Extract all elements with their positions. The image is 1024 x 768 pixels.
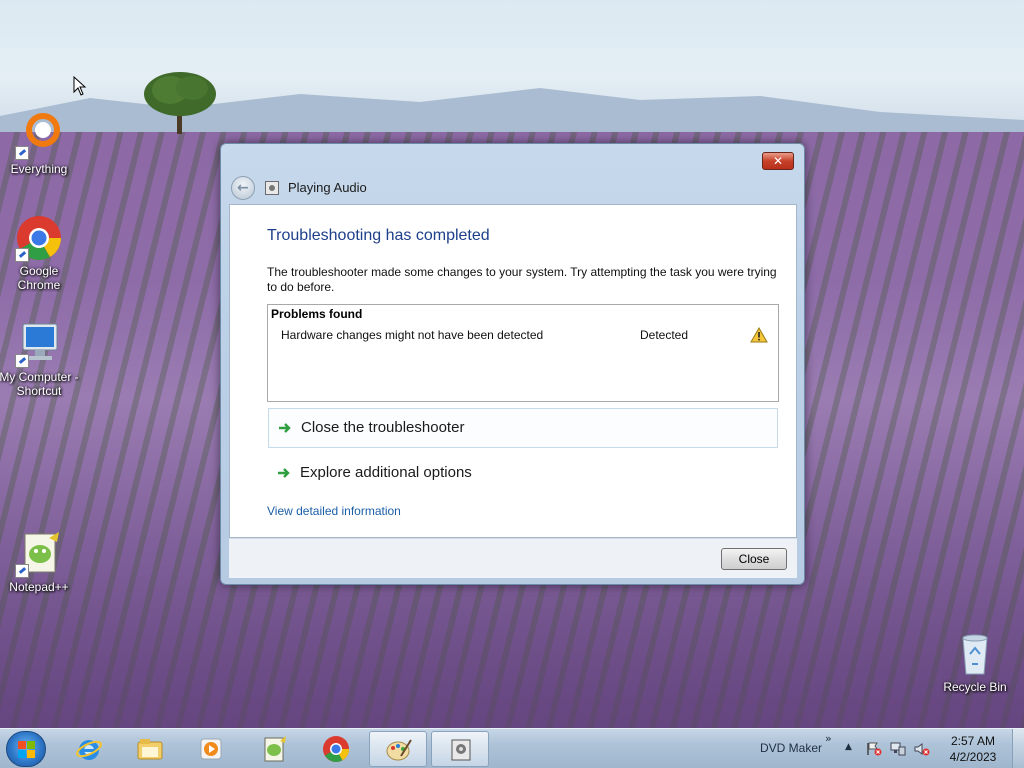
recycle-bin-icon <box>951 630 999 678</box>
nav-bar: ← Playing Audio <box>229 174 789 202</box>
description-text: The troubleshooter made some changes to … <box>267 265 777 294</box>
content-pane: Troubleshooting has completed The troubl… <box>229 204 797 538</box>
taskbar-file-explorer[interactable] <box>121 731 179 767</box>
troubleshooter-icon <box>451 739 471 761</box>
dialog-footer: Close <box>229 538 797 578</box>
action-center-flag-icon[interactable] <box>866 742 882 756</box>
tree-image <box>144 72 216 134</box>
window-title: Playing Audio <box>288 180 367 195</box>
desktop-icon-chrome[interactable]: Google Chrome <box>0 214 79 292</box>
taskbar-media-player[interactable] <box>182 731 240 767</box>
page-title: Troubleshooting has completed <box>267 227 490 244</box>
shortcut-arrow-icon <box>15 564 29 578</box>
action-label: Close the troubleshooter <box>301 419 465 436</box>
close-icon: ✕ <box>772 154 784 168</box>
windows-logo-icon <box>18 741 35 758</box>
explore-options-action[interactable]: Explore additional options <box>268 454 778 494</box>
start-button[interactable] <box>6 731 46 767</box>
problems-found-panel: Problems found Hardware changes might no… <box>267 304 779 402</box>
taskbar: DVD Maker » ▲ 2:57 AM 4/2/2023 <box>0 728 1024 768</box>
back-arrow-icon: ← <box>237 180 249 196</box>
notepad-plus-plus-icon <box>264 736 286 762</box>
show-desktop-button[interactable] <box>1012 729 1024 768</box>
problem-name: Hardware changes might not have been det… <box>281 328 544 342</box>
close-button[interactable]: Close <box>721 548 787 570</box>
tray-toolbar-label[interactable]: DVD Maker <box>760 741 822 755</box>
troubleshooter-window: ✕ ← Playing Audio Troubleshooting has co… <box>220 143 805 585</box>
desktop-icon-everything[interactable]: Everything <box>0 112 79 176</box>
close-troubleshooter-action[interactable]: Close the troubleshooter <box>268 408 778 448</box>
clock-date[interactable]: 4/2/2023 <box>940 750 1006 764</box>
desktop-icon-label: Notepad++ <box>9 580 69 594</box>
problems-found-heading: Problems found <box>271 307 363 321</box>
volume-muted-icon[interactable] <box>914 742 930 756</box>
network-icon[interactable] <box>890 742 906 756</box>
paint-icon <box>386 739 412 761</box>
show-hidden-icons-button[interactable]: ▲ <box>845 742 852 752</box>
notepad-plus-plus-icon <box>15 530 63 578</box>
clock-time[interactable]: 2:57 AM <box>940 734 1006 748</box>
desktop-icon-my-computer[interactable]: My Computer - Shortcut <box>0 320 79 398</box>
taskbar-troubleshooter[interactable] <box>431 731 489 767</box>
file-explorer-icon <box>137 739 163 760</box>
desktop-icon-label: My Computer - Shortcut <box>0 370 79 398</box>
taskbar-internet-explorer[interactable] <box>60 731 118 767</box>
mouse-cursor-icon <box>73 76 87 96</box>
warning-icon <box>750 327 768 343</box>
desktop-icon-notepad-plus-plus[interactable]: Notepad++ <box>0 530 79 594</box>
desktop-icon-label: Everything <box>10 162 68 176</box>
desktop-icon-recycle-bin[interactable]: Recycle Bin <box>935 630 1015 694</box>
chrome-icon <box>15 214 63 262</box>
lavender-foreground <box>0 560 1024 728</box>
troubleshooter-icon <box>265 181 279 195</box>
media-player-icon <box>200 738 222 760</box>
chrome-icon <box>323 736 350 762</box>
window-close-button[interactable]: ✕ <box>762 152 794 170</box>
action-label: Explore additional options <box>300 464 472 481</box>
toolbar-chevron-icon[interactable]: » <box>825 732 832 745</box>
desktop-icon-label: Recycle Bin <box>943 680 1007 694</box>
shortcut-arrow-icon <box>15 248 29 262</box>
internet-explorer-icon <box>76 740 102 760</box>
green-arrow-icon <box>278 468 290 478</box>
green-arrow-icon <box>279 423 291 433</box>
back-button[interactable]: ← <box>231 176 255 200</box>
shortcut-arrow-icon <box>15 146 29 160</box>
computer-icon <box>15 320 63 368</box>
shortcut-arrow-icon <box>15 354 29 368</box>
taskbar-chrome[interactable] <box>307 731 365 767</box>
taskbar-notepad-plus-plus[interactable] <box>245 731 303 767</box>
problem-row[interactable]: Hardware changes might not have been det… <box>268 327 778 345</box>
view-detailed-information-link[interactable]: View detailed information <box>267 504 401 518</box>
everything-icon <box>15 112 63 160</box>
desktop-icon-label: Google Chrome <box>17 264 61 292</box>
taskbar-paint[interactable] <box>369 731 427 767</box>
problem-status: Detected <box>640 328 689 342</box>
